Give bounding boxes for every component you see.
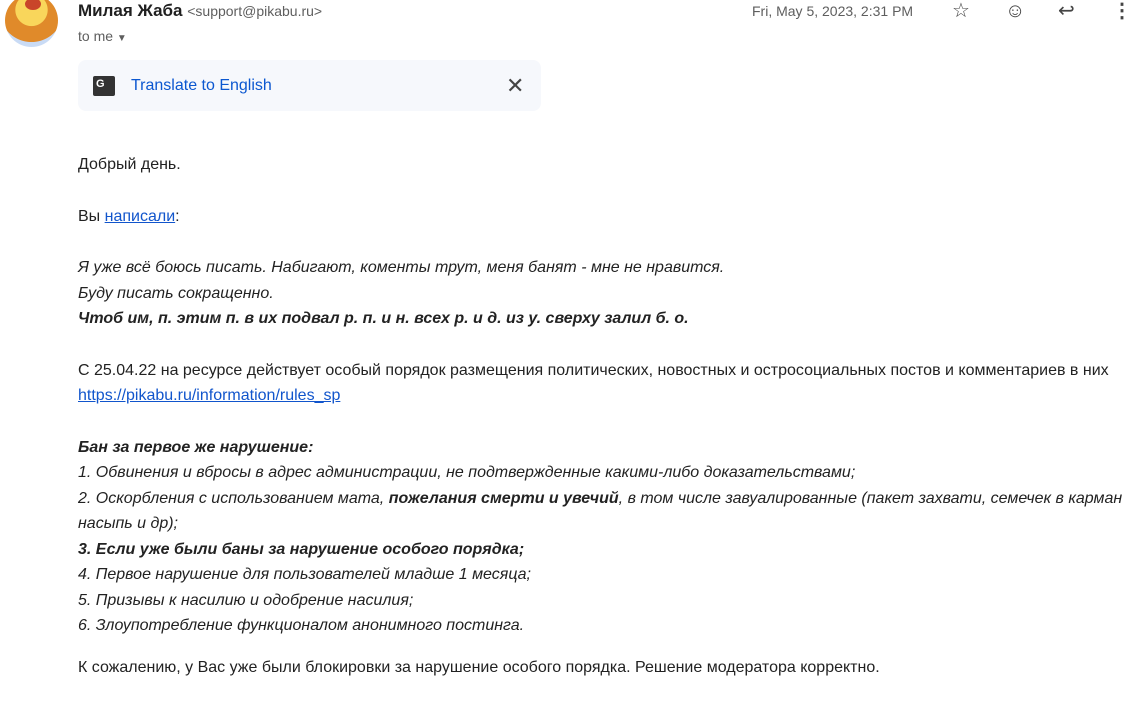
rule-item: 5. Призывы к насилию и одобрение насилия… [78, 591, 414, 609]
avatar-cupcake-cherry [25, 0, 41, 10]
translate-icon: G [93, 76, 115, 96]
sender-line: Милая Жаба <support@pikabu.ru> [78, 1, 322, 21]
greeting: Добрый день. [78, 156, 181, 173]
wrote-prefix: Вы [78, 207, 105, 225]
close-icon[interactable]: ✕ [506, 73, 524, 99]
quoted-message: Я уже всё боюсь писать. Набигают, комент… [78, 255, 1133, 332]
chevron-down-icon[interactable]: ▼ [117, 33, 127, 44]
translate-link[interactable]: Translate to English [131, 77, 272, 95]
sender-email: <support@pikabu.ru> [187, 3, 323, 19]
reply-icon[interactable]: ↩ [1058, 0, 1075, 22]
notice-text: С 25.04.22 на ресурсе действует особый п… [78, 361, 1109, 379]
more-options-icon[interactable]: ⋮ [1112, 0, 1132, 22]
rules-list: Бан за первое же нарушение: 1. Обвинения… [78, 435, 1133, 639]
rule-item: 6. Злоупотребление функционалом анонимно… [78, 617, 525, 634]
rule-item: 2. Оскорбления с использованием мата, по… [78, 489, 1123, 533]
rules-link[interactable]: https://pikabu.ru/information/rules_sp [78, 387, 340, 404]
rule-item: 3. Если уже были баны за нарушение особо… [78, 540, 525, 558]
email-body: Добрый день. Вы написали: Я уже всё боюс… [78, 152, 1133, 706]
rule-item: 4. Первое нарушение для пользователей мл… [78, 566, 531, 583]
conclusion: К сожалению, у Вас уже были блокировки з… [78, 658, 880, 676]
star-icon[interactable]: ☆ [952, 0, 970, 22]
emoji-reaction-icon[interactable]: ☺ [1005, 0, 1025, 22]
quote-line: Я уже всё боюсь писать. Набигают, комент… [78, 259, 725, 276]
recipient-label: to me [78, 28, 114, 44]
quote-line: Буду писать сокращенно. [78, 284, 274, 302]
wrote-line: Вы написали: [78, 204, 1133, 230]
ban-title: Бан за первое же нарушение: [78, 438, 314, 456]
wrote-suffix: : [175, 207, 180, 225]
recipient-details[interactable]: to me ▼ [78, 28, 127, 44]
sender-avatar[interactable] [5, 0, 58, 47]
email-date: Fri, May 5, 2023, 2:31 PM [752, 3, 914, 19]
rule-item: 1. Обвинения и вбросы в адрес администра… [78, 464, 856, 481]
translate-banner: G Translate to English ✕ [78, 60, 541, 111]
quote-line-bold: Чтоб им, п. этим п. в их подвал р. п. и … [78, 310, 689, 327]
sender-name[interactable]: Милая Жаба [78, 1, 183, 20]
notice: С 25.04.22 на ресурсе действует особый п… [78, 358, 1133, 409]
wrote-link[interactable]: написали [105, 208, 176, 225]
